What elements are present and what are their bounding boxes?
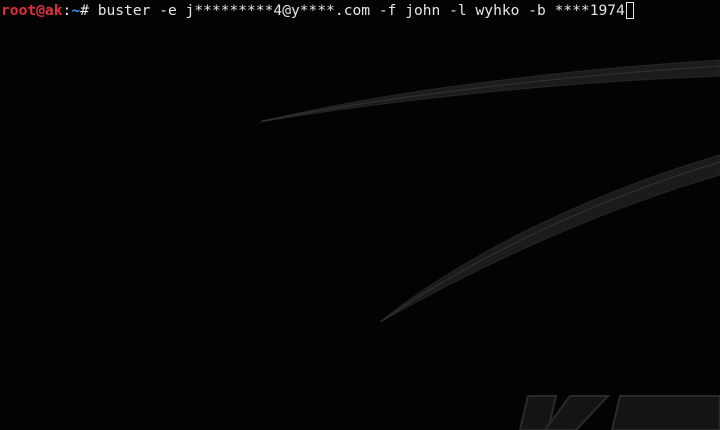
command-input[interactable]: buster -e j*********4@y****.com -f john … — [98, 2, 625, 19]
wallpaper-stroke-upper — [259, 59, 720, 123]
terminal-window[interactable]: root@ak:~# buster -e j*********4@y****.c… — [0, 0, 720, 430]
wallpaper-stroke-lower — [379, 154, 720, 323]
prompt-colon: : — [62, 2, 72, 19]
prompt-line[interactable]: root@ak:~# buster -e j*********4@y****.c… — [1, 0, 634, 22]
prompt-symbol: # — [80, 2, 98, 19]
wallpaper-logo-lettering — [518, 395, 720, 430]
prompt-cwd: ~ — [71, 2, 81, 19]
block-cursor-icon — [625, 2, 634, 19]
prompt-user-host: root@ak — [1, 2, 63, 19]
kali-logo-wallpaper — [259, 59, 720, 430]
